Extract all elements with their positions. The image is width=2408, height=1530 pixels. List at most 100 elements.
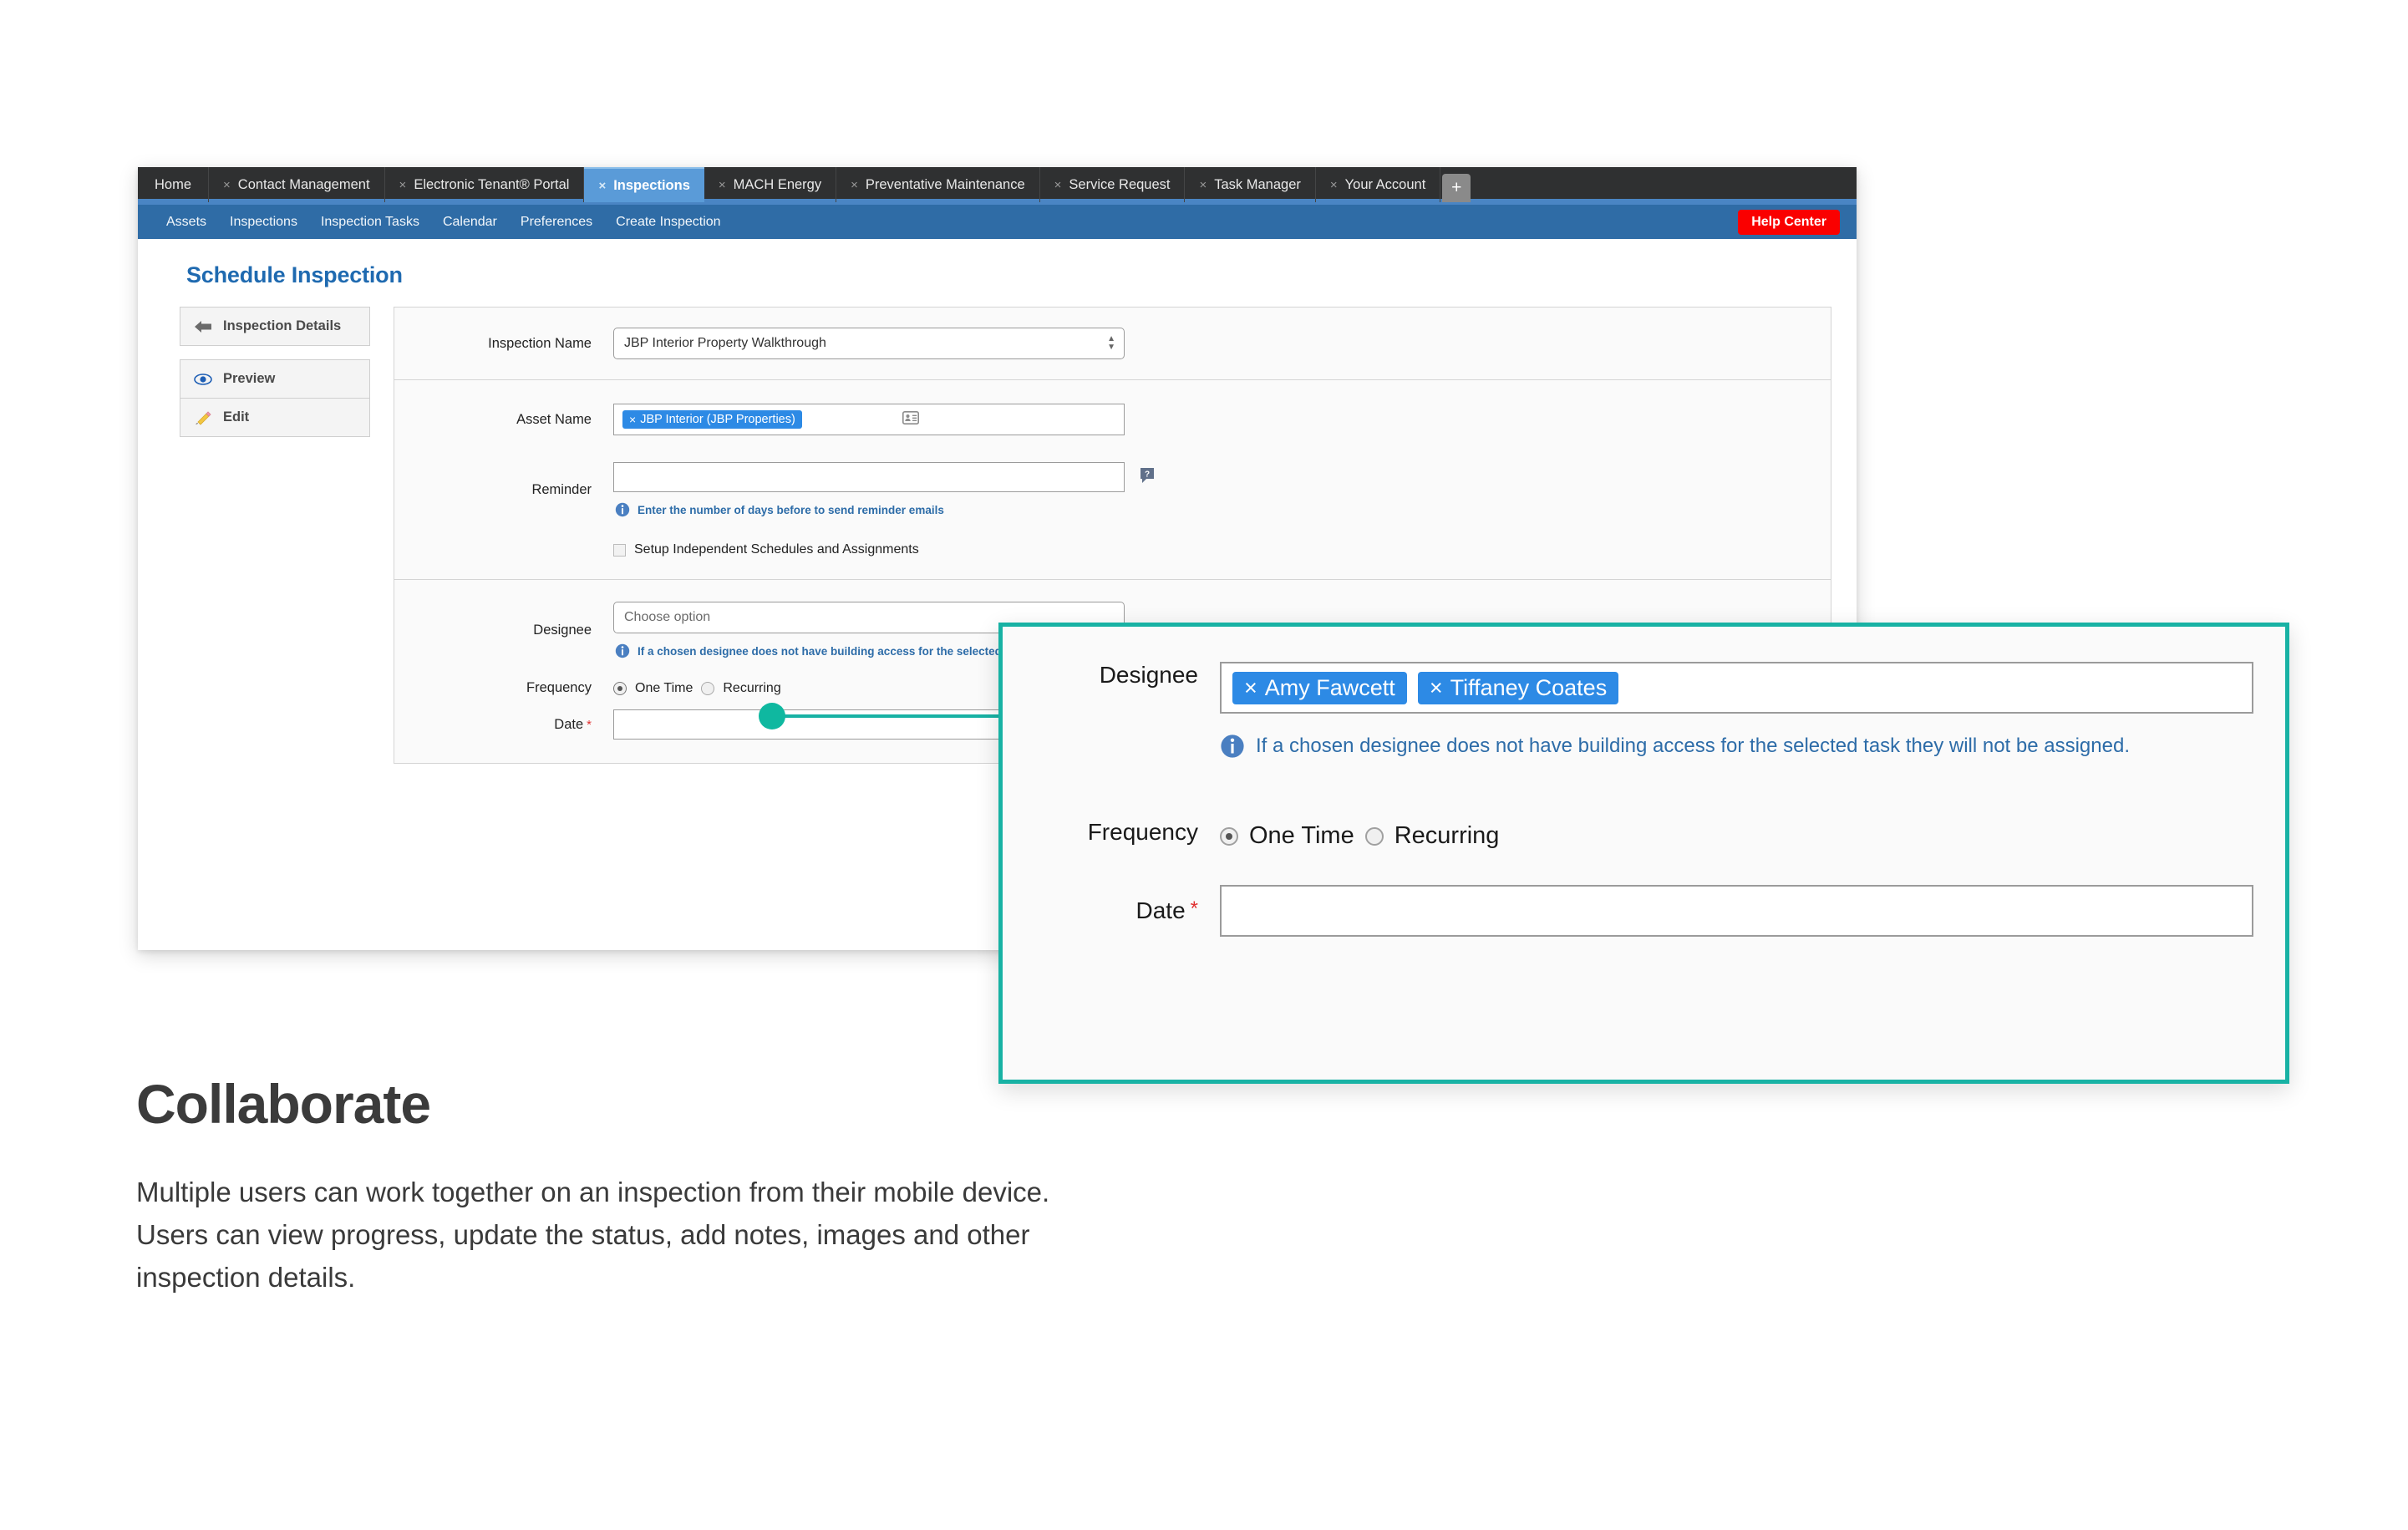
browser-tab-contact-management[interactable]: × Contact Management: [209, 167, 385, 202]
sidenav-item-label: Edit: [223, 409, 250, 424]
nav-item-inspections[interactable]: Inspections: [218, 215, 309, 230]
independent-schedules-checkbox[interactable]: [613, 543, 626, 557]
browser-tab-label: Service Request: [1069, 176, 1171, 192]
eye-icon: [194, 372, 212, 387]
callout-connector-line: [769, 714, 1011, 718]
callout-date-label: Date *: [1003, 897, 1220, 924]
sidenav-item-preview[interactable]: Preview: [180, 360, 369, 398]
browser-tab-label: Inspections: [613, 177, 690, 193]
browser-tab-preventative-maintenance[interactable]: × Preventative Maintenance: [836, 167, 1040, 202]
marketing-copy-block: Collaborate Multiple users can work toge…: [136, 1072, 1072, 1299]
help-bubble-icon[interactable]: ?: [1140, 467, 1155, 488]
nav-item-calendar[interactable]: Calendar: [431, 215, 509, 230]
reminder-input[interactable]: [613, 462, 1125, 492]
sidenav-group-details: Inspection Details: [180, 307, 370, 346]
designee-token-label: Amy Fawcett: [1264, 674, 1395, 700]
designee-token-tiffaney-coates[interactable]: × Tiffaney Coates: [1417, 671, 1619, 704]
asset-token-label: JBP Interior (JBP Properties): [640, 413, 795, 426]
browser-tab-label: MACH Energy: [733, 176, 822, 192]
tab-close-icon[interactable]: ×: [399, 179, 407, 191]
new-tab-button[interactable]: +: [1442, 174, 1471, 202]
remove-token-icon[interactable]: ×: [1430, 675, 1443, 701]
browser-tab-label: Preventative Maintenance: [865, 176, 1025, 192]
callout-date-label-text: Date: [1135, 897, 1186, 923]
reminder-hint-text: Enter the number of days before to send …: [638, 503, 944, 516]
reminder-hint: Enter the number of days before to send …: [613, 502, 1807, 517]
browser-tab-label: Electronic Tenant® Portal: [414, 176, 570, 192]
callout-designee-label: Designee: [1099, 662, 1198, 688]
copy-body: Multiple users can work together on an i…: [136, 1177, 1050, 1294]
callout-designee-hint-text: If a chosen designee does not have build…: [1256, 735, 2130, 757]
tab-close-icon[interactable]: ×: [223, 179, 231, 191]
page-title: Schedule Inspection: [186, 262, 403, 287]
tab-close-icon[interactable]: ×: [1330, 179, 1338, 191]
remove-token-icon[interactable]: ×: [1244, 675, 1257, 701]
tab-close-icon[interactable]: ×: [851, 179, 858, 191]
browser-tab-label: Home: [155, 176, 192, 192]
browser-tab-task-manager[interactable]: × Task Manager: [1185, 167, 1316, 202]
callout-designee-token-input[interactable]: × Amy Fawcett × Tiffaney Coates: [1220, 662, 2253, 714]
callout-frequency-radio-recurring[interactable]: [1364, 826, 1384, 846]
asset-name-label: Asset Name: [516, 411, 592, 427]
sidenav-group-actions: Preview Edit: [180, 359, 370, 437]
callout-date-input[interactable]: [1220, 885, 2253, 937]
tab-close-icon[interactable]: ×: [1199, 179, 1207, 191]
frequency-option-recurring-label: Recurring: [723, 680, 781, 695]
designee-placeholder: Choose option: [624, 610, 711, 624]
frequency-radio-recurring[interactable]: [701, 681, 715, 695]
sidenav-item-inspection-details[interactable]: Inspection Details: [180, 308, 369, 345]
designee-token-amy-fawcett[interactable]: × Amy Fawcett: [1232, 671, 1407, 704]
designee-token-label: Tiffaney Coates: [1450, 674, 1608, 700]
date-label: Date *: [394, 717, 613, 733]
sidenav-item-edit[interactable]: Edit: [180, 398, 369, 436]
asset-token[interactable]: × JBP Interior (JBP Properties): [622, 410, 802, 429]
callout-frequency-radio-group[interactable]: One Time Recurring: [1220, 819, 2253, 850]
nav-item-create-inspection[interactable]: Create Inspection: [604, 215, 732, 230]
info-icon: [1220, 734, 1245, 759]
tab-close-icon[interactable]: ×: [598, 180, 606, 192]
info-icon: [615, 502, 630, 517]
independent-schedules-checkbox-row[interactable]: Setup Independent Schedules and Assignme…: [613, 542, 1807, 557]
address-card-icon[interactable]: [902, 410, 919, 429]
browser-tab-inspections[interactable]: × Inspections: [584, 167, 704, 202]
frequency-radio-one-time[interactable]: [613, 681, 627, 695]
frequency-label: Frequency: [526, 680, 592, 695]
date-required-marker: *: [587, 717, 592, 732]
nav-item-assets[interactable]: Assets: [155, 215, 218, 230]
help-center-button[interactable]: Help Center: [1738, 210, 1840, 235]
date-label-text: Date: [554, 716, 584, 732]
browser-tab-mach-energy[interactable]: × MACH Energy: [704, 167, 837, 202]
info-icon: [615, 643, 630, 658]
svg-text:?: ?: [1145, 470, 1150, 480]
callout-connector-dot: [759, 703, 785, 729]
form-section-asset-reminder: Asset Name × JBP Interior (JBP Propertie…: [394, 380, 1831, 580]
browser-tab-home[interactable]: Home: [138, 167, 210, 202]
browser-tab-your-account[interactable]: × Your Account: [1316, 167, 1441, 202]
browser-tab-electronic-tenant-portal[interactable]: × Electronic Tenant® Portal: [385, 167, 585, 202]
independent-schedules-label: Setup Independent Schedules and Assignme…: [634, 542, 919, 557]
callout-designee-hint: If a chosen designee does not have build…: [1220, 734, 2253, 759]
browser-tab-service-request[interactable]: × Service Request: [1040, 167, 1186, 202]
callout-frequency-option-one-time-label: One Time: [1249, 822, 1354, 849]
remove-token-icon[interactable]: ×: [629, 413, 636, 426]
sidenav-item-label: Preview: [223, 371, 276, 386]
designee-label: Designee: [533, 622, 592, 638]
tab-close-icon[interactable]: ×: [1054, 179, 1062, 191]
browser-tab-label: Task Manager: [1214, 176, 1301, 192]
browser-tab-label: Contact Management: [237, 176, 370, 192]
frequency-option-one-time-label: One Time: [635, 680, 693, 695]
inspection-name-select[interactable]: JBP Interior Property Walkthrough ▲ ▼: [613, 328, 1125, 359]
callout-frequency-radio-one-time[interactable]: [1220, 826, 1238, 846]
asset-name-token-input[interactable]: × JBP Interior (JBP Properties): [613, 404, 1125, 435]
callout-frequency-option-recurring-label: Recurring: [1394, 822, 1500, 849]
select-spinner-icon[interactable]: ▲ ▼: [1107, 335, 1115, 352]
callout-frequency-label: Frequency: [1087, 819, 1198, 845]
inspection-name-value: JBP Interior Property Walkthrough: [624, 336, 826, 350]
browser-tab-label: Your Account: [1344, 176, 1426, 192]
reminder-label: Reminder: [531, 481, 592, 497]
tab-close-icon[interactable]: ×: [719, 179, 726, 191]
browser-tab-strip: Home × Contact Management × Electronic T…: [138, 167, 1857, 202]
nav-item-inspection-tasks[interactable]: Inspection Tasks: [309, 215, 431, 230]
designee-zoom-callout: Designee × Amy Fawcett × Tiffaney Coates: [998, 623, 2289, 1084]
nav-item-preferences[interactable]: Preferences: [509, 215, 604, 230]
